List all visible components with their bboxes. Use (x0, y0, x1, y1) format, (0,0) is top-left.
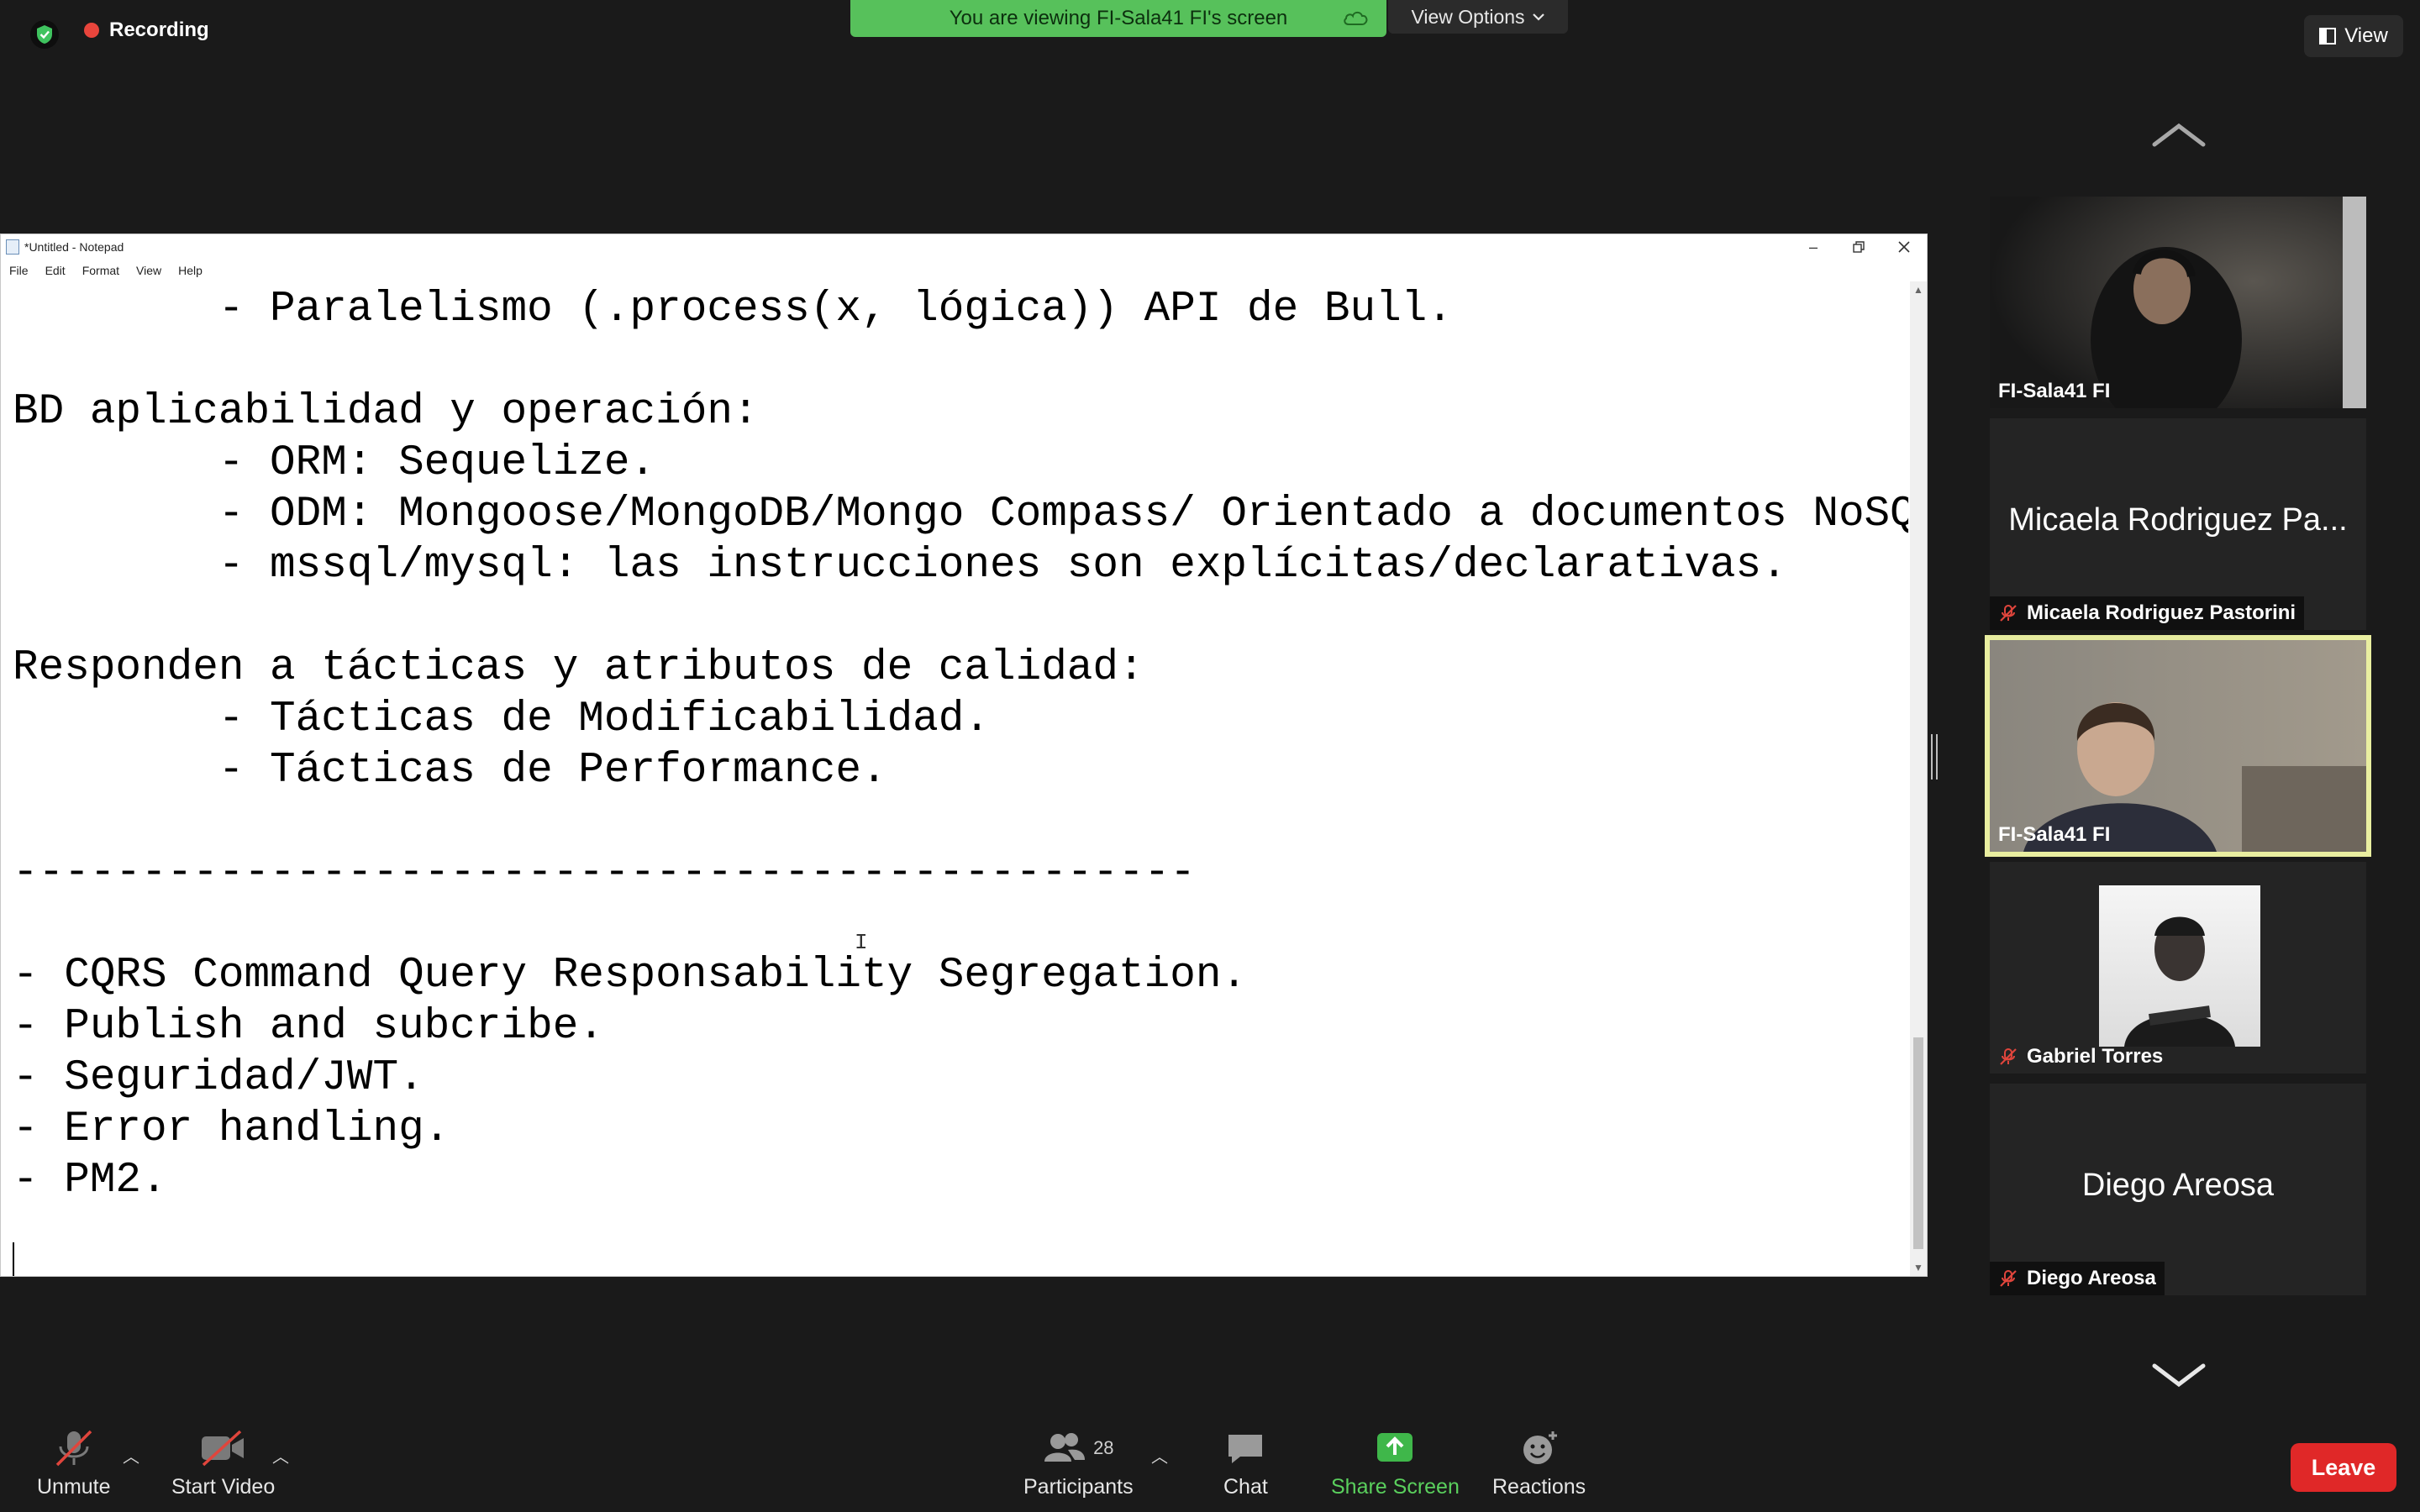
recording-dot-icon (84, 23, 99, 38)
view-layout-button[interactable]: View (2304, 15, 2403, 57)
participant-label: Micaela Rodriguez Pastorini (1990, 596, 2305, 630)
leave-label: Leave (2311, 1454, 2376, 1480)
chat-button[interactable]: Chat (1223, 1428, 1268, 1499)
participant-name: Gabriel Torres (2027, 1045, 2164, 1068)
muted-mic-icon (2000, 1048, 2017, 1065)
participant-tile[interactable]: Gabriel Torres (1990, 862, 2366, 1074)
notepad-title: *Untitled - Notepad (24, 240, 124, 254)
start-video-button[interactable]: Start Video (171, 1428, 275, 1499)
view-options-label: View Options (1411, 5, 1525, 28)
participants-button[interactable]: 28 Participants (1023, 1428, 1134, 1499)
scroll-down-icon[interactable]: ▼ (1910, 1259, 1927, 1276)
muted-mic-icon (55, 1430, 92, 1467)
reactions-label: Reactions (1492, 1475, 1586, 1499)
reactions-button[interactable]: Reactions (1492, 1428, 1586, 1499)
menu-file[interactable]: File (9, 264, 29, 277)
vertical-scrollbar[interactable]: ▲ ▼ (1910, 281, 1927, 1276)
participants-label: Participants (1023, 1475, 1134, 1499)
scroll-participants-down-icon[interactable] (2149, 1359, 2208, 1393)
recording-indicator[interactable]: Recording (84, 18, 209, 42)
participant-display-name: Diego Areosa (2081, 1168, 2275, 1203)
shared-notepad-window: *Untitled - Notepad – File Edit Format V… (0, 234, 1928, 1277)
chevron-down-icon (1532, 13, 1544, 21)
participant-display-name: Micaela Rodriguez Pa... (2008, 502, 2348, 538)
participant-tile-active-speaker[interactable]: FI-Sala41 FI (1990, 640, 2366, 852)
scroll-up-icon[interactable]: ▲ (1910, 281, 1927, 298)
audio-options-chevron-icon[interactable]: ︿ (123, 1443, 139, 1467)
reactions-icon (1523, 1431, 1557, 1464)
participants-options-chevron-icon[interactable]: ︿ (1151, 1443, 1168, 1467)
layout-icon (2319, 28, 2337, 45)
viewing-screen-text: You are viewing FI-Sala41 FI's screen (949, 7, 1288, 29)
muted-mic-icon (2000, 1270, 2017, 1287)
notepad-title-bar: *Untitled - Notepad (1, 234, 1927, 260)
menu-edit[interactable]: Edit (45, 264, 66, 277)
participant-tile[interactable]: Diego Areosa Diego Areosa (1990, 1084, 2366, 1295)
participants-count: 28 (1093, 1437, 1114, 1458)
unmute-label: Unmute (37, 1475, 111, 1499)
menu-view[interactable]: View (136, 264, 161, 277)
participant-label: Diego Areosa (1990, 1262, 2165, 1295)
participant-label: FI-Sala41 FI (1990, 818, 2118, 852)
share-screen-label: Share Screen (1331, 1475, 1460, 1499)
view-options-button[interactable]: View Options (1388, 0, 1568, 34)
video-off-icon (201, 1430, 244, 1467)
notepad-text-area[interactable]: - Paralelismo (.process(x, lógica)) API … (1, 281, 1908, 1276)
menu-format[interactable]: Format (82, 264, 119, 277)
viewing-screen-banner: You are viewing FI-Sala41 FI's screen (850, 0, 1386, 37)
participant-name: FI-Sala41 FI (1998, 823, 2111, 846)
participant-name: Diego Areosa (2027, 1267, 2156, 1289)
notepad-menu-bar: File Edit Format View Help (1, 260, 211, 281)
participant-tile[interactable]: Micaela Rodriguez Pa... Micaela Rodrigue… (1990, 418, 2366, 630)
participant-label: Gabriel Torres (1990, 1040, 2171, 1074)
unmute-button[interactable]: Unmute (37, 1428, 111, 1499)
menu-help[interactable]: Help (178, 264, 203, 277)
video-options-chevron-icon[interactable]: ︿ (272, 1443, 289, 1467)
leave-button[interactable]: Leave (2291, 1443, 2396, 1492)
participant-name: FI-Sala41 FI (1998, 380, 2111, 402)
start-video-label: Start Video (171, 1475, 276, 1499)
scroll-participants-up-icon[interactable] (2149, 118, 2208, 151)
recording-label: Recording (109, 18, 209, 41)
restore-icon[interactable] (1836, 234, 1881, 260)
participant-tile[interactable]: FI-Sala41 FI (1990, 197, 2366, 408)
participants-icon (1044, 1433, 1086, 1462)
ibeam-cursor-icon: I (855, 930, 868, 955)
security-shield-icon[interactable] (30, 20, 59, 49)
chat-label: Chat (1223, 1475, 1268, 1499)
view-label: View (2344, 24, 2388, 47)
scrollbar-thumb[interactable] (1913, 1037, 1923, 1249)
notepad-content: - Paralelismo (.process(x, lógica)) API … (13, 286, 1908, 1205)
panel-resize-handle[interactable] (1931, 734, 1939, 780)
notepad-app-icon (6, 239, 19, 255)
share-screen-button[interactable]: Share Screen (1331, 1428, 1460, 1499)
close-icon[interactable] (1881, 234, 1927, 260)
share-screen-icon (1377, 1433, 1413, 1462)
cloud-recording-icon (1341, 7, 1371, 33)
chat-icon (1228, 1435, 1263, 1463)
text-caret (13, 1242, 14, 1276)
participant-label: FI-Sala41 FI (1990, 375, 2118, 408)
profile-picture (2099, 885, 2260, 1047)
minimize-icon[interactable]: – (1791, 234, 1836, 260)
participant-name: Micaela Rodriguez Pastorini (2027, 601, 2296, 624)
muted-mic-icon (2000, 605, 2017, 622)
meeting-toolbar (0, 1423, 2420, 1512)
